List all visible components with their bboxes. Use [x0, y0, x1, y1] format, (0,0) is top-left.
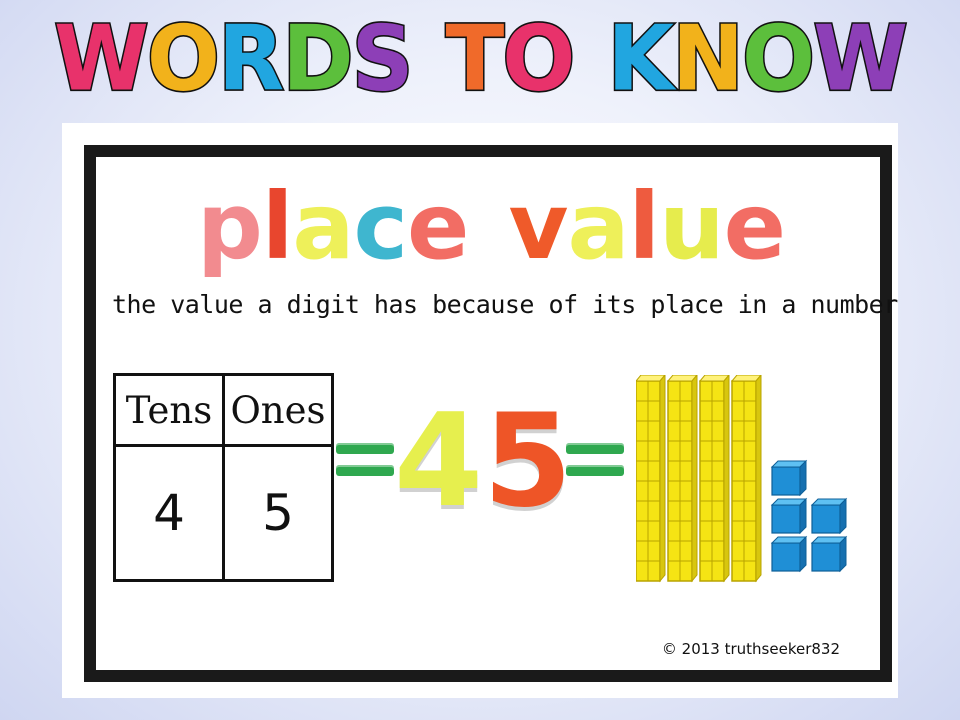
- ones-cube: [770, 497, 808, 535]
- banner-word: WORDS: [53, 6, 416, 112]
- title-letter: l: [628, 173, 661, 280]
- tens-rod: [698, 375, 730, 583]
- ones-cube: [770, 459, 808, 497]
- title-letter: e: [407, 173, 469, 280]
- banner-word: TO: [444, 6, 577, 112]
- title-letter: l: [261, 173, 294, 280]
- place-value-chart: Tens Ones 4 5: [113, 373, 334, 582]
- title-letter: p: [197, 173, 263, 280]
- ones-cube: [770, 535, 808, 573]
- definition-text: the value a digit has because of its pla…: [112, 290, 898, 319]
- banner-letter: O: [145, 6, 221, 112]
- tens-header: Tens: [113, 373, 225, 447]
- ones-cube: [810, 497, 848, 535]
- banner-letter: O: [501, 6, 577, 112]
- ones-cube: [810, 535, 848, 573]
- ones-header: Ones: [222, 373, 334, 447]
- banner-letter: T: [444, 6, 506, 112]
- title-letter: a: [567, 173, 629, 280]
- title-letter: v: [508, 173, 568, 280]
- base-ten-blocks: [636, 375, 848, 583]
- equals-sign-right: [566, 443, 624, 477]
- copyright-text: © 2013 truthseeker832: [661, 640, 840, 658]
- ones-value: 5: [222, 444, 334, 582]
- card-frame: placevalue the value a digit has because…: [84, 145, 898, 682]
- title-letter: c: [353, 173, 409, 280]
- vocabulary-card: placevalue the value a digit has because…: [62, 123, 898, 698]
- tens-digit: 4: [394, 387, 484, 536]
- banner-letter: K: [606, 6, 676, 112]
- banner-letter: W: [812, 6, 910, 112]
- place-value-title: placevalue: [126, 177, 856, 277]
- words-to-know-banner: WORDSTOKNOW: [0, 0, 960, 118]
- banner-letter: W: [53, 6, 151, 112]
- banner-letter: O: [740, 6, 816, 112]
- title-letter: e: [723, 173, 786, 280]
- banner-letter: N: [671, 6, 746, 112]
- equals-sign-left: [336, 443, 394, 477]
- title-letter: a: [292, 173, 354, 280]
- banner-letter: D: [281, 6, 355, 112]
- number-45: 4 5: [394, 397, 572, 527]
- tens-value: 4: [113, 444, 225, 582]
- banner-letter: R: [216, 6, 285, 112]
- title-letter: u: [659, 173, 724, 280]
- ones-digit: 5: [483, 387, 573, 536]
- tens-rod: [730, 375, 762, 583]
- banner-word: KNOW: [606, 6, 910, 112]
- banner-letter: S: [350, 6, 415, 112]
- tens-rod: [636, 375, 666, 583]
- tens-rod: [666, 375, 698, 583]
